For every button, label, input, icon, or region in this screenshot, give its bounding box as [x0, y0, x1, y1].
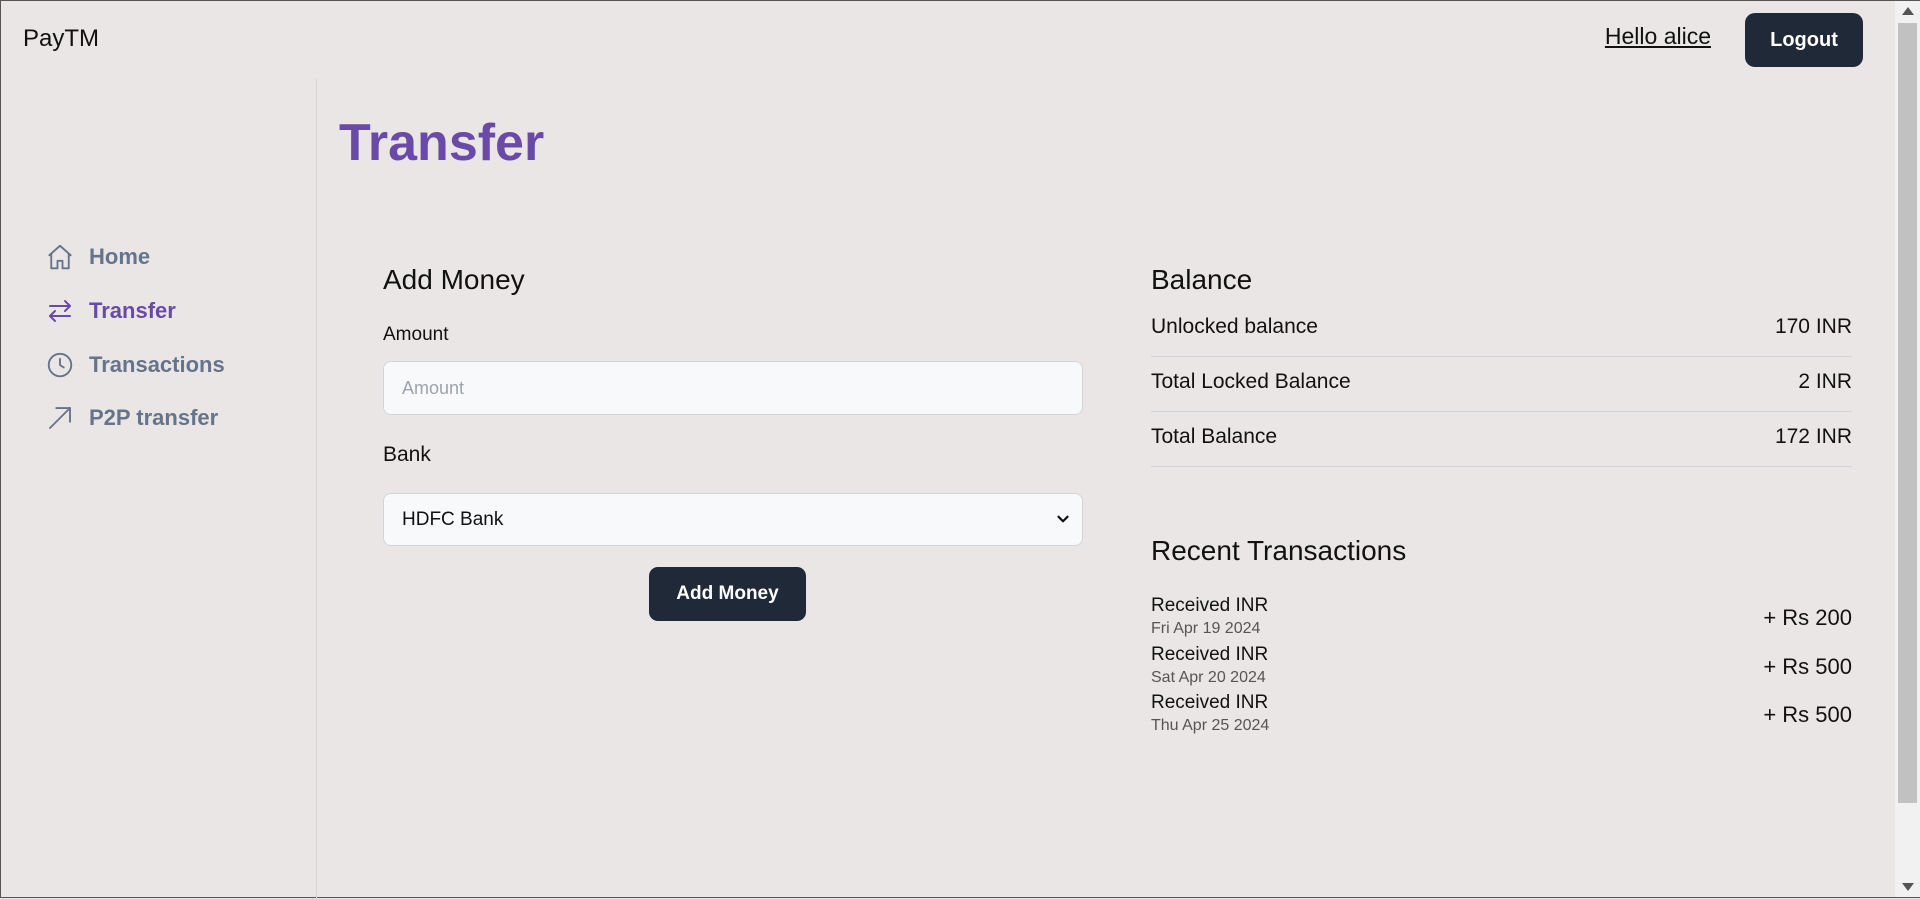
balance-row: Total Balance 172 INR: [1151, 413, 1852, 467]
balance-row-label: Unlocked balance: [1151, 315, 1318, 338]
sidebar-item-label: P2P transfer: [89, 405, 219, 430]
transaction-date: Fri Apr 19 2024: [1151, 620, 1261, 637]
sidebar-nav: Home Transfer Transactions P2P transfer: [1, 79, 317, 899]
sidebar-item-p2p-transfer[interactable]: P2P transfer: [45, 398, 218, 438]
recent-transactions-title: Recent Transactions: [1151, 535, 1407, 566]
home-icon: [48, 244, 72, 270]
balance-row-label: Total Balance: [1151, 425, 1278, 448]
sidebar-item-label: Transactions: [89, 352, 225, 377]
scrollbar-thumb[interactable]: [1898, 23, 1917, 803]
arrow-up-right-icon: [49, 407, 71, 429]
transaction-description: Received INR: [1151, 644, 1269, 665]
balance-row-value: 2 INR: [1798, 370, 1852, 393]
sidebar-item-transactions[interactable]: Transactions: [45, 345, 225, 385]
bank-selected-value: HDFC Bank: [402, 508, 504, 530]
clock-icon: [47, 352, 73, 378]
arrows-transfer-icon: [49, 300, 71, 322]
scroll-up-arrow-icon[interactable]: [1902, 7, 1914, 15]
add-money-button[interactable]: Add Money: [649, 567, 806, 621]
bank-select[interactable]: HDFC Bank: [383, 493, 1083, 546]
transaction-item: Received INR Sat Apr 20 2024 + Rs 500: [1151, 644, 1852, 692]
balance-row: Total Locked Balance 2 INR: [1151, 358, 1852, 412]
transaction-item: Received INR Thu Apr 25 2024 + Rs 500: [1151, 692, 1852, 740]
amount-label: Amount: [383, 324, 449, 345]
brand-logo: PayTM: [23, 25, 100, 52]
balance-row: Unlocked balance 170 INR: [1151, 303, 1852, 357]
transaction-amount: + Rs 500: [1763, 702, 1852, 727]
sidebar-item-home[interactable]: Home: [45, 237, 150, 277]
scroll-down-arrow-icon[interactable]: [1902, 883, 1914, 891]
transaction-amount: + Rs 500: [1763, 654, 1852, 679]
amount-input[interactable]: [383, 361, 1083, 415]
transaction-description: Received INR: [1151, 595, 1269, 616]
balance-row-value: 172 INR: [1774, 425, 1852, 448]
transaction-date: Thu Apr 25 2024: [1151, 717, 1270, 734]
bank-label: Bank: [383, 443, 431, 466]
balance-row-value: 170 INR: [1774, 315, 1852, 338]
transaction-date: Sat Apr 20 2024: [1151, 669, 1266, 686]
balance-title: Balance: [1151, 264, 1253, 295]
logout-button[interactable]: Logout: [1745, 13, 1863, 67]
page-title: Transfer: [339, 114, 545, 172]
user-greeting-link[interactable]: Hello alice: [1605, 23, 1711, 50]
transaction-description: Received INR: [1151, 692, 1269, 713]
balance-row-label: Total Locked Balance: [1151, 370, 1351, 393]
sidebar-item-transfer[interactable]: Transfer: [45, 291, 176, 331]
transaction-item: Received INR Fri Apr 19 2024 + Rs 200: [1151, 595, 1852, 643]
chevron-down-icon: [1057, 515, 1069, 523]
sidebar-item-label: Transfer: [89, 298, 176, 323]
add-money-title: Add Money: [383, 264, 525, 295]
sidebar-item-label: Home: [89, 244, 151, 269]
app-header: PayTM Hello alice Logout: [1, 1, 1896, 79]
transaction-amount: + Rs 200: [1763, 605, 1852, 630]
page-scrollbar[interactable]: [1895, 1, 1920, 897]
